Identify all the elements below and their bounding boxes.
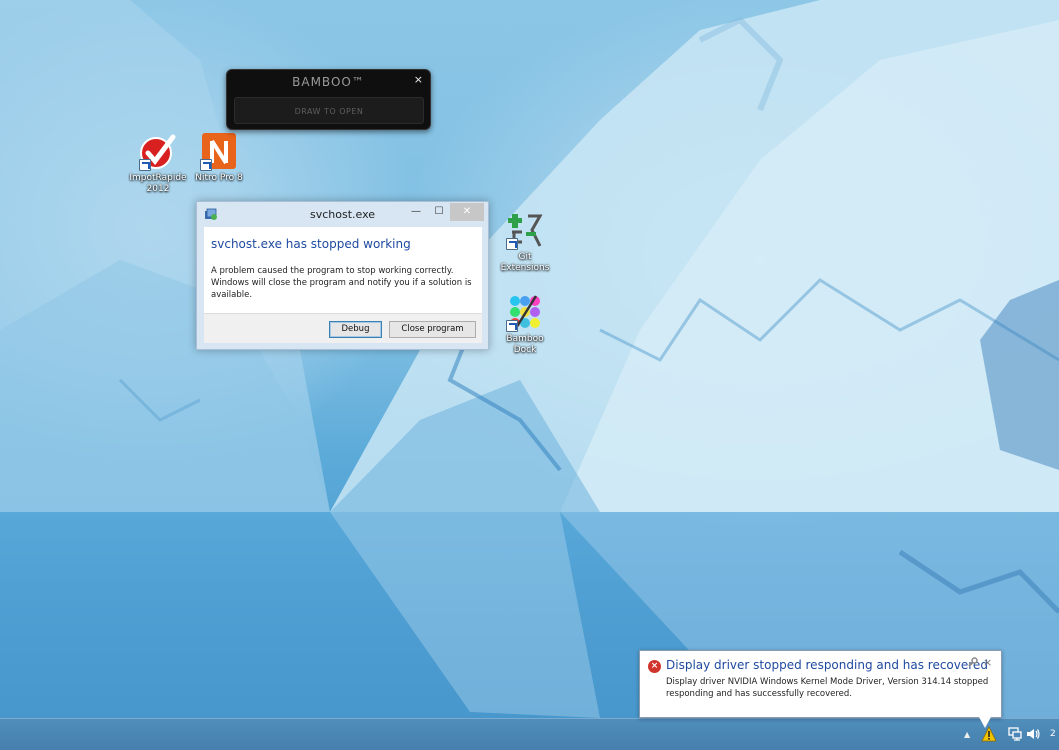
desktop-icon-nitro[interactable]: Nitro Pro 8 [184, 133, 254, 184]
volume-icon[interactable] [1026, 727, 1040, 741]
notification-balloon[interactable]: × Display driver stopped responding and … [639, 650, 1002, 718]
dialog-heading: svchost.exe has stopped working [211, 237, 411, 251]
nitro-pdf-icon [200, 133, 238, 171]
close-program-button[interactable]: Close program [389, 321, 476, 338]
error-dialog: svchost.exe — ☐ ✕ svchost.exe has stoppe… [196, 201, 489, 350]
desktop-icon-label: Bamboo Dock [506, 334, 544, 355]
bamboo-close-button[interactable]: × [414, 73, 423, 86]
dialog-titlebar[interactable]: svchost.exe — ☐ ✕ [197, 202, 488, 226]
taskbar: ▲ 2 [0, 718, 1059, 750]
shortcut-arrow-icon [139, 159, 151, 171]
notification-title: Display driver stopped responding and ha… [666, 658, 988, 672]
dialog-close-button[interactable]: ✕ [450, 203, 484, 221]
clock[interactable]: 2 [1050, 729, 1056, 739]
dialog-message: A problem caused the program to stop wor… [211, 266, 472, 300]
debug-button[interactable]: Debug [329, 321, 382, 338]
notification-message: Display driver NVIDIA Windows Kernel Mod… [666, 677, 989, 699]
desktop-icon-label: ImpotRapide 2012 [129, 173, 187, 194]
maximize-button[interactable]: ☐ [428, 203, 450, 221]
action-center-warning-icon[interactable] [981, 726, 997, 742]
impotrapide-check-icon [139, 133, 177, 171]
shortcut-arrow-icon [506, 238, 518, 250]
desktop-icon-label: Git Extensions [500, 252, 550, 273]
desktop-icon-bamboo-dock[interactable]: Bamboo Dock [490, 294, 560, 356]
wrench-icon[interactable] [967, 657, 978, 668]
network-icon[interactable] [1008, 727, 1022, 741]
bamboo-draw-area[interactable]: DRAW TO OPEN [234, 97, 424, 124]
shortcut-arrow-icon [506, 320, 518, 332]
minimize-button[interactable]: — [405, 203, 427, 221]
desktop-icon-git-extensions[interactable]: Git Extensions [490, 212, 560, 274]
notification-balloon-tail [979, 717, 991, 728]
bamboo-dock-icon [506, 294, 544, 332]
bamboo-title: BAMBOO™ [292, 75, 365, 89]
shortcut-arrow-icon [200, 159, 212, 171]
desktop-icon-impotrapide[interactable]: ImpotRapide 2012 [123, 133, 193, 195]
show-hidden-icons-chevron-icon[interactable]: ▲ [964, 730, 970, 739]
error-icon: × [648, 660, 661, 673]
dialog-body: svchost.exe has stopped working A proble… [204, 227, 482, 343]
git-extensions-icon [506, 212, 544, 250]
desktop-icon-label: Nitro Pro 8 [195, 173, 243, 183]
dialog-footer: Debug Close program [204, 313, 482, 343]
bamboo-widget[interactable]: BAMBOO™ × DRAW TO OPEN [226, 69, 431, 130]
notification-close-button[interactable]: × [983, 656, 992, 669]
